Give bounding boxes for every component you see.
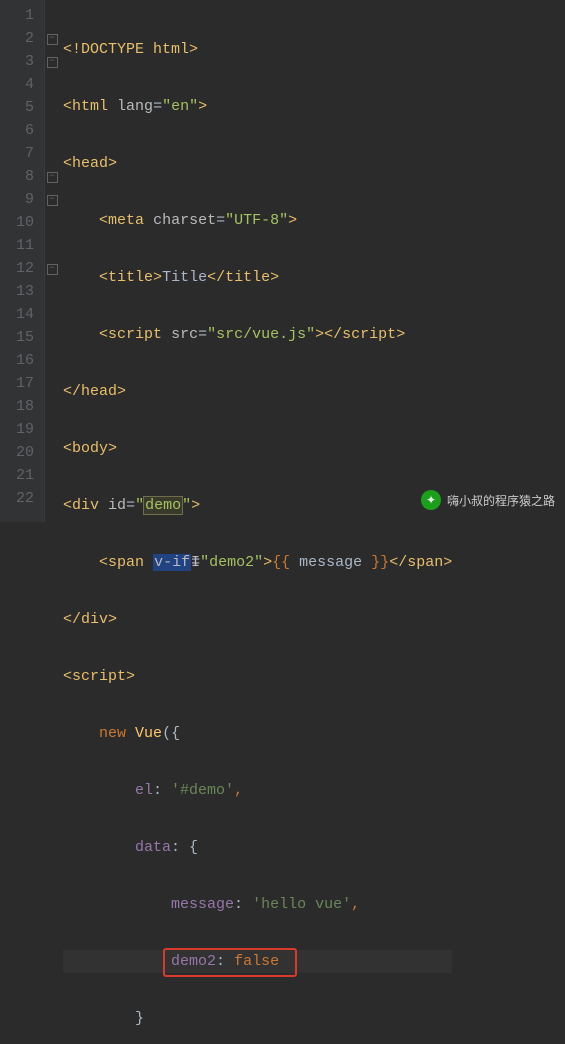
line-number: 1 bbox=[6, 4, 34, 27]
fold-toggle-icon[interactable]: − bbox=[47, 57, 58, 68]
code-line[interactable]: el: '#demo', bbox=[63, 779, 452, 802]
code-line[interactable]: new Vue({ bbox=[63, 722, 452, 745]
code-line[interactable]: <!DOCTYPE html> bbox=[63, 38, 452, 61]
code-line[interactable]: <html lang="en"> bbox=[63, 95, 452, 118]
line-number: 5 bbox=[6, 96, 34, 119]
code-area[interactable]: <!DOCTYPE html> <html lang="en"> <head> … bbox=[59, 0, 452, 522]
line-number: 8 bbox=[6, 165, 34, 188]
line-number: 14 bbox=[6, 303, 34, 326]
code-line[interactable]: <script src="src/vue.js"></script> bbox=[63, 323, 452, 346]
fold-toggle-icon[interactable]: − bbox=[47, 264, 58, 275]
code-line[interactable]: <body> bbox=[63, 437, 452, 460]
line-number: 15 bbox=[6, 326, 34, 349]
code-line[interactable]: <div id="demo"> bbox=[63, 494, 452, 517]
fold-column[interactable]: − − − − − bbox=[45, 0, 59, 522]
line-number: 18 bbox=[6, 395, 34, 418]
line-number: 16 bbox=[6, 349, 34, 372]
code-line[interactable]: demo2: false bbox=[63, 950, 452, 973]
line-number: 2 bbox=[6, 27, 34, 50]
code-line[interactable]: } bbox=[63, 1007, 452, 1030]
code-line[interactable]: </head> bbox=[63, 380, 452, 403]
line-number: 10 bbox=[6, 211, 34, 234]
line-number: 4 bbox=[6, 73, 34, 96]
code-line[interactable]: message: 'hello vue', bbox=[63, 893, 452, 916]
selection-highlight: demo bbox=[144, 497, 182, 514]
watermark: ✦ 嗨小叔的程序猿之路 bbox=[421, 490, 555, 510]
code-line[interactable]: <head> bbox=[63, 152, 452, 175]
line-number: 6 bbox=[6, 119, 34, 142]
line-number: 21 bbox=[6, 464, 34, 487]
code-line[interactable]: <script> bbox=[63, 665, 452, 688]
fold-toggle-icon[interactable]: − bbox=[47, 34, 58, 45]
line-number-gutter: 1 2 3 4 5 6 7 8 9 10 11 12 13 14 15 16 1… bbox=[0, 0, 45, 522]
code-line[interactable]: data: { bbox=[63, 836, 452, 859]
code-line[interactable]: </div> bbox=[63, 608, 452, 631]
line-number: 11 bbox=[6, 234, 34, 257]
code-line[interactable]: <meta charset="UTF-8"> bbox=[63, 209, 452, 232]
watermark-text: 嗨小叔的程序猿之路 bbox=[447, 492, 555, 509]
line-number: 19 bbox=[6, 418, 34, 441]
fold-toggle-icon[interactable]: − bbox=[47, 172, 58, 183]
wechat-icon: ✦ bbox=[421, 490, 441, 510]
line-number: 22 bbox=[6, 487, 34, 510]
line-number: 20 bbox=[6, 441, 34, 464]
caret-icon: I bbox=[191, 551, 200, 574]
line-number: 13 bbox=[6, 280, 34, 303]
line-number: 9 bbox=[6, 188, 34, 211]
code-editor[interactable]: 1 2 3 4 5 6 7 8 9 10 11 12 13 14 15 16 1… bbox=[0, 0, 565, 522]
fold-toggle-icon[interactable]: − bbox=[47, 195, 58, 206]
line-number: 17 bbox=[6, 372, 34, 395]
code-line[interactable]: <span v-if="demo2">{{ message }}</span>I bbox=[63, 551, 452, 574]
line-number: 3 bbox=[6, 50, 34, 73]
code-line[interactable]: <title>Title</title> bbox=[63, 266, 452, 289]
selection-highlight: v-if bbox=[153, 554, 191, 571]
line-number: 7 bbox=[6, 142, 34, 165]
line-number: 12 bbox=[6, 257, 34, 280]
